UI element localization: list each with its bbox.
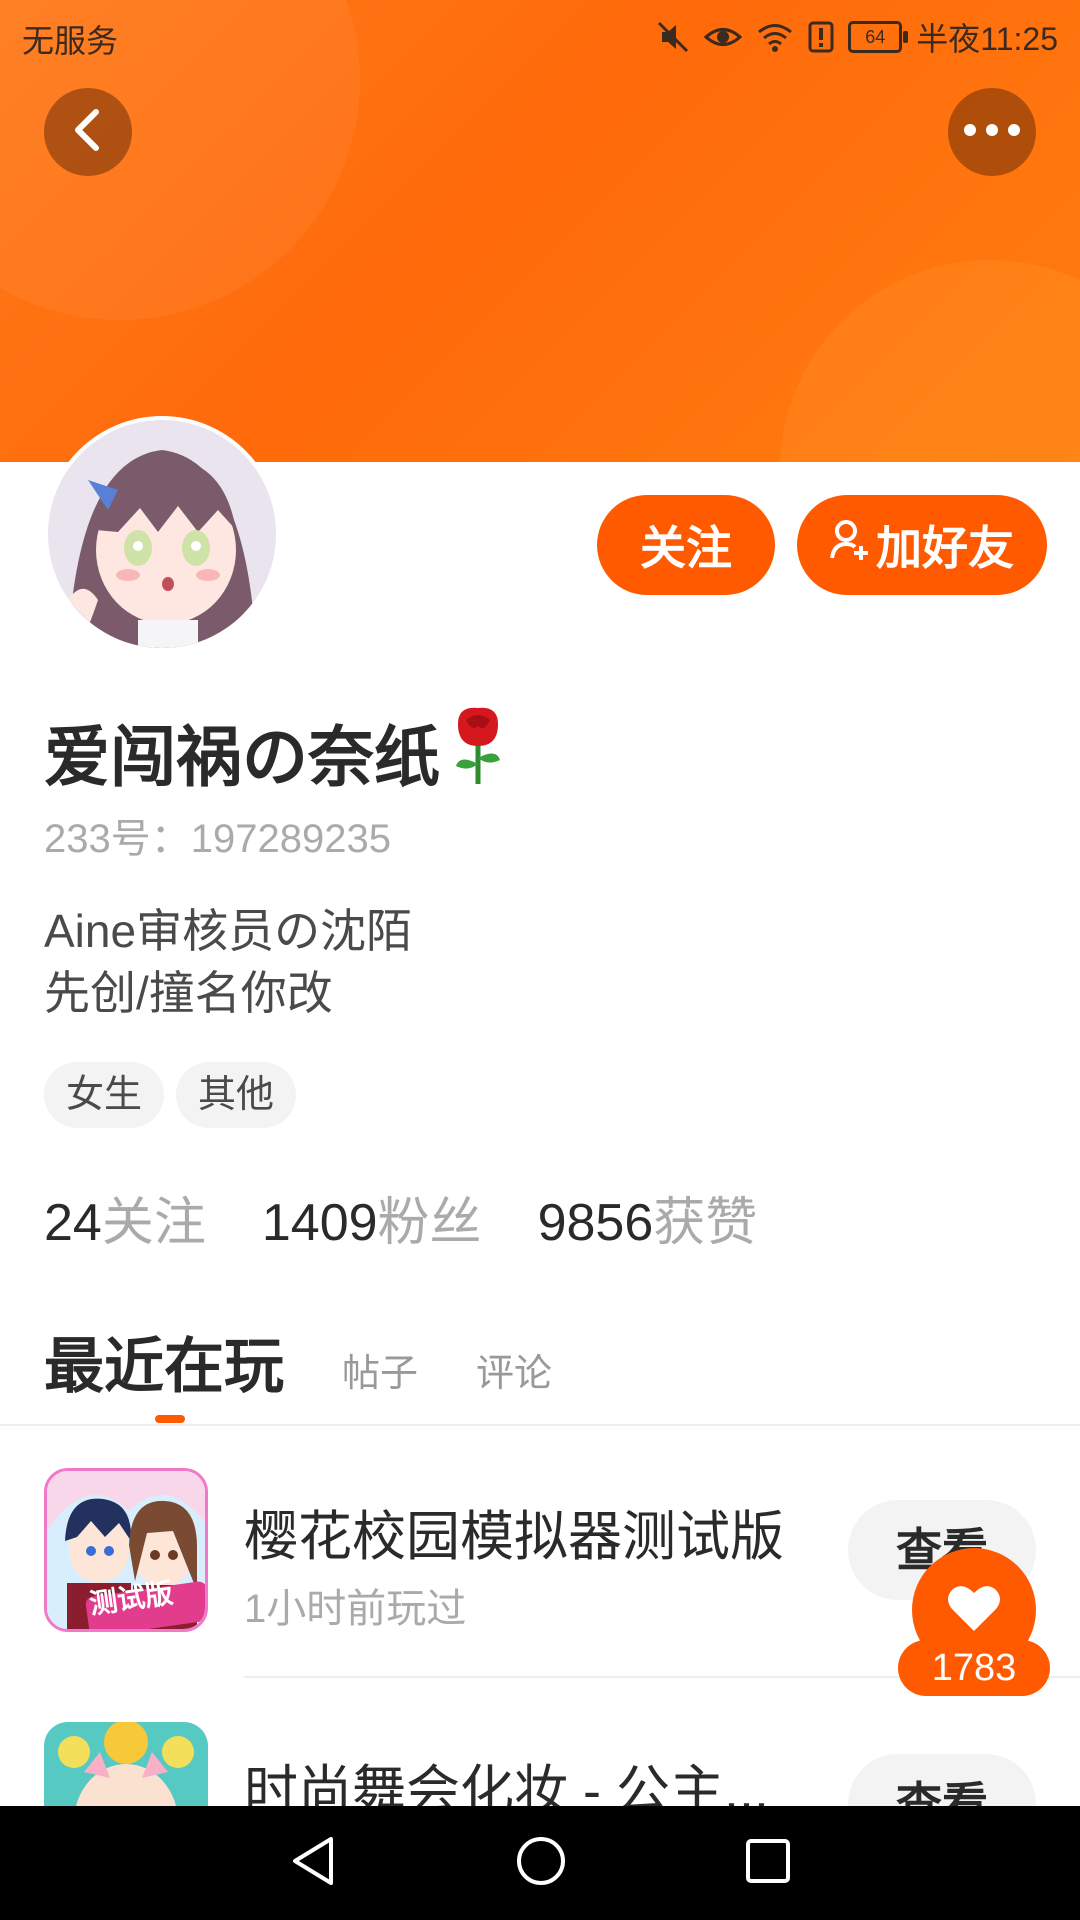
heart-icon xyxy=(946,1583,1002,1638)
view-button[interactable]: 查看 xyxy=(848,1754,1036,1806)
game-icon: 测试版 xyxy=(44,1468,208,1632)
status-bar: 无服务 64 半夜11:25 xyxy=(0,0,1080,68)
wifi-icon xyxy=(756,22,794,52)
more-options-button[interactable] xyxy=(948,88,1036,176)
like-floating-button[interactable]: 1783 xyxy=(898,1548,1050,1696)
carrier-text: 无服务 xyxy=(22,23,119,59)
stat-number: 9856 xyxy=(537,1194,654,1252)
profile-header-banner xyxy=(0,0,1080,462)
profile-tabs: 最近在玩 帖子 评论 xyxy=(44,1318,552,1423)
divider xyxy=(0,1424,1080,1426)
nav-recent-button[interactable] xyxy=(745,1838,791,1889)
stat-label: 关注 xyxy=(101,1194,206,1252)
battery-indicator: 64 xyxy=(848,21,909,53)
back-button[interactable] xyxy=(44,88,132,176)
square-recent-icon xyxy=(745,1838,791,1888)
tab-recently-played[interactable]: 最近在玩 xyxy=(44,1318,284,1423)
stat-label: 粉丝 xyxy=(377,1194,482,1252)
game-title[interactable]: 樱花校园模拟器测试版 xyxy=(244,1492,784,1571)
nav-back-button[interactable] xyxy=(289,1835,337,1892)
nickname: 爱闯祸の奈纸 xyxy=(44,702,506,801)
game-title[interactable]: 时尚舞会化妆 - 公主... xyxy=(244,1746,769,1806)
banner-decoration xyxy=(780,260,1080,462)
clock: 半夜11:25 xyxy=(916,21,1058,57)
follow-label: 关注 xyxy=(640,522,732,574)
alert-icon xyxy=(808,21,834,53)
tag-list: 女生 其他 xyxy=(44,1062,297,1128)
stat-fans[interactable]: 1409粉丝 xyxy=(262,1180,482,1255)
circle-home-icon xyxy=(515,1836,567,1891)
add-friend-label: 加好友 xyxy=(876,522,1014,574)
system-nav-bar xyxy=(0,1806,1080,1920)
add-user-icon xyxy=(830,518,870,573)
nav-home-button[interactable] xyxy=(515,1835,567,1892)
tab-posts[interactable]: 帖子 xyxy=(342,1342,418,1397)
follow-button[interactable]: 关注 xyxy=(597,495,775,595)
like-count: 1783 xyxy=(898,1640,1050,1696)
bio-line: Aine审核员の沈陌 xyxy=(44,905,413,957)
tag-other: 其他 xyxy=(176,1062,297,1128)
mute-icon xyxy=(656,20,690,54)
list-item[interactable]: 时尚舞会化妆 - 公主... 查看 xyxy=(0,1678,1080,1806)
stats-row: 24关注 1409粉丝 9856获赞 xyxy=(44,1180,757,1255)
game-last-played: 1小时前玩过 xyxy=(244,1587,467,1631)
stat-label: 获赞 xyxy=(653,1194,758,1252)
eye-icon xyxy=(704,22,743,52)
tab-comments[interactable]: 评论 xyxy=(476,1342,552,1397)
avatar[interactable] xyxy=(44,416,280,652)
user-id: 233号：197289235 xyxy=(44,817,391,861)
nickname-text: 爱闯祸の奈纸 xyxy=(44,719,440,794)
rose-icon xyxy=(450,702,506,801)
stat-following[interactable]: 24关注 xyxy=(44,1180,206,1255)
game-icon xyxy=(44,1722,208,1806)
add-friend-button[interactable]: 加好友 xyxy=(797,495,1047,595)
bio-line: 先创/撞名你改 xyxy=(44,967,333,1019)
tag-gender: 女生 xyxy=(44,1062,165,1128)
more-dots-icon xyxy=(962,122,1022,143)
stat-likes[interactable]: 9856获赞 xyxy=(538,1180,758,1255)
stat-number: 1409 xyxy=(261,1194,378,1252)
bio: Aine审核员の沈陌 先创/撞名你改 xyxy=(44,900,412,1024)
chevron-left-icon xyxy=(68,106,108,159)
stat-number: 24 xyxy=(44,1194,102,1252)
triangle-back-icon xyxy=(289,1836,337,1891)
